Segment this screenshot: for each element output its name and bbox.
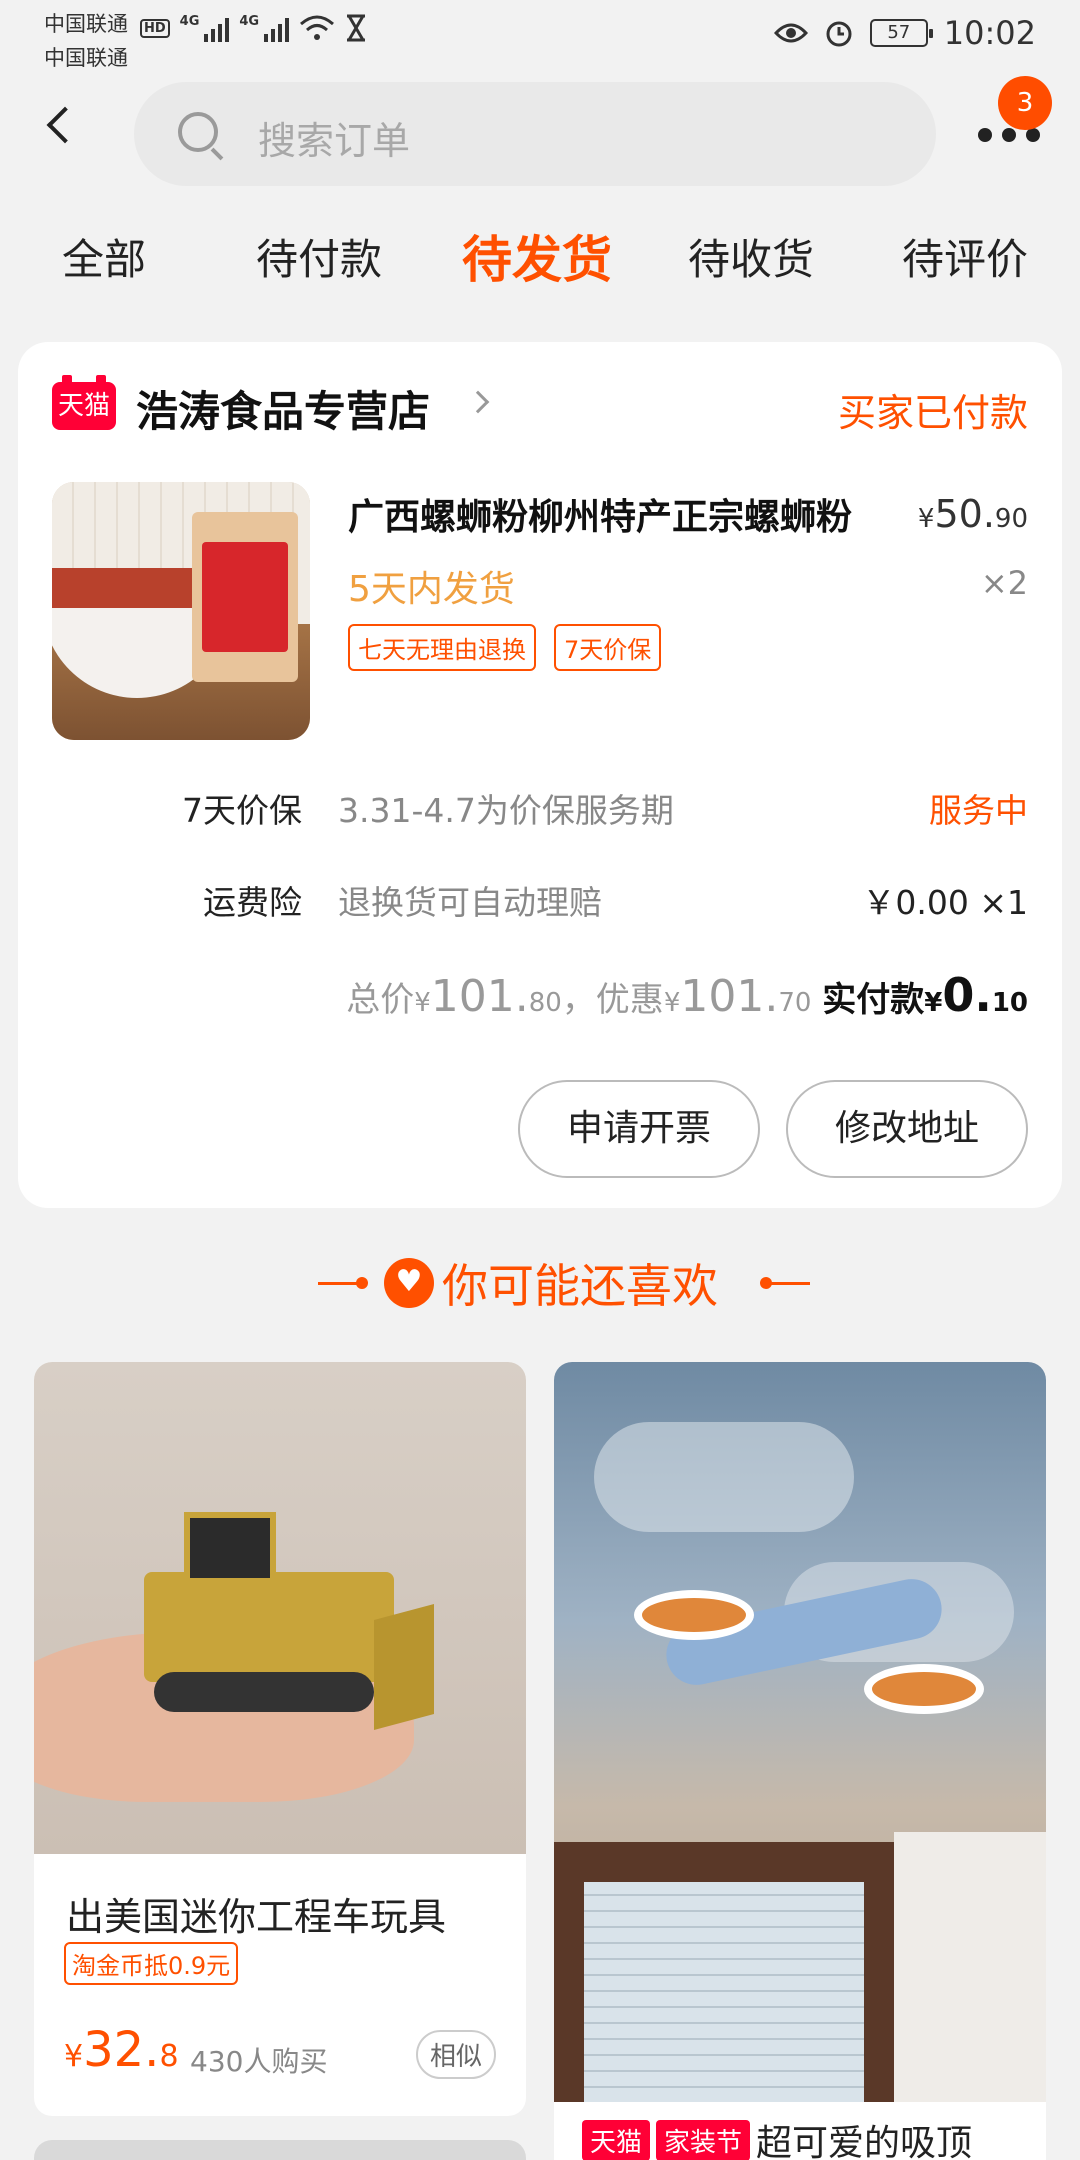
tmall-tag: 天猫 <box>582 2119 651 2160</box>
discount-decimal: 70 <box>778 988 812 1018</box>
total-decimal: 80 <box>528 988 562 1018</box>
hd-icon: HD <box>140 18 170 38</box>
price-currency: ¥ <box>917 504 935 534</box>
service-label: 7天价保 <box>182 791 302 830</box>
search-icon <box>178 112 218 152</box>
tag-price-protect: 7天价保 <box>554 624 662 671</box>
tab-pending-review[interactable]: 待评价 <box>902 226 1028 287</box>
discount-integer: 101. <box>680 971 779 1022</box>
service-desc: 3.31-4.7为价保服务期 <box>338 791 674 830</box>
more-menu-icon[interactable] <box>978 128 1040 142</box>
product-title[interactable]: 出美国迷你工程车玩具 <box>66 1886 446 1941</box>
recommend-card[interactable]: 天猫 家装节 超可爱的吸顶 <box>554 1362 1046 2160</box>
product-thumbnail[interactable] <box>52 482 310 740</box>
discount-currency: ¥ <box>663 988 681 1018</box>
service-label: 运费险 <box>203 883 302 922</box>
paid-label: 实付款 <box>822 980 925 1020</box>
promo-tag: 家装节 <box>656 2119 751 2160</box>
recommend-card-partial[interactable] <box>34 2140 526 2160</box>
network-type-label-2: 4G <box>239 14 260 29</box>
price-integer: 50. <box>934 492 995 536</box>
battery-icon: 57 <box>869 19 933 47</box>
carrier-primary: 中国联通 <box>44 12 128 36</box>
message-count-badge: 3 <box>998 76 1052 130</box>
order-total: 总价¥101.80，优惠¥101.70 实付款¥0.10 <box>346 968 1028 1022</box>
carrier-secondary: 中国联通 <box>44 46 128 70</box>
tmall-logo-icon: 天猫 <box>52 375 116 430</box>
service-value: 服务中 <box>929 791 1028 830</box>
shop-name[interactable]: 浩涛食品专营店 <box>136 378 430 439</box>
signal-icon: 4G <box>180 14 230 42</box>
service-value: ￥0.00 ×1 <box>862 883 1028 922</box>
tab-pending-payment[interactable]: 待付款 <box>256 226 382 287</box>
price-decimal: 8 <box>159 2039 179 2074</box>
product-name[interactable]: 广西螺蛳粉柳州特产正宗螺蛳粉 <box>348 488 888 540</box>
wifi-icon <box>300 15 335 40</box>
shipping-note: 5天内发货 <box>348 569 515 610</box>
recommend-title-text: 你可能还喜欢 <box>442 1259 718 1313</box>
product-quantity: ×2 <box>980 564 1028 602</box>
tab-pending-shipment[interactable]: 待发货 <box>462 220 612 292</box>
discount-label: ，优惠 <box>561 980 664 1020</box>
product-price: ¥32.8 <box>64 2022 179 2078</box>
request-invoice-button[interactable]: 申请开票 <box>518 1080 760 1178</box>
status-icons-right: 57 10:02 <box>773 14 1036 52</box>
order-tabs: 全部 待付款 待发货 待收货 待评价 <box>0 226 1080 306</box>
product-price: ¥50.90 <box>918 492 1028 536</box>
back-arrow-icon[interactable] <box>46 106 84 144</box>
alarm-icon <box>826 21 852 47</box>
paid-decimal: 10 <box>991 988 1028 1018</box>
tag-free-return: 七天无理由退换 <box>348 624 536 671</box>
search-placeholder: 搜索订单 <box>258 119 411 163</box>
product-image[interactable] <box>34 1362 526 1854</box>
hourglass-icon <box>347 14 366 42</box>
product-image[interactable] <box>554 1362 1046 2102</box>
total-integer: 101. <box>430 971 529 1022</box>
price-decimal: 90 <box>994 504 1028 534</box>
paid-currency: ¥ <box>924 988 943 1018</box>
service-desc: 退换货可自动理赔 <box>338 883 602 922</box>
signal-icon-2: 4G <box>239 14 290 42</box>
edit-address-button[interactable]: 修改地址 <box>786 1080 1028 1178</box>
search-input[interactable]: 搜索订单 <box>134 82 936 186</box>
similar-button[interactable]: 相似 <box>415 2030 496 2079</box>
paid-integer: 0. <box>942 968 992 1022</box>
tab-pending-receipt[interactable]: 待收货 <box>688 226 814 287</box>
status-bar: 中国联通 中国联通 HD 4G 4G 57 10:02 <box>0 0 1080 72</box>
order-status: 买家已付款 <box>837 391 1028 435</box>
status-icons-left: HD 4G 4G <box>140 14 367 42</box>
recommend-title: 你可能还喜欢 <box>0 1250 1080 1316</box>
product-title-row[interactable]: 天猫 家装节 超可爱的吸顶 <box>582 2114 972 2160</box>
price-currency: ¥ <box>64 2039 84 2074</box>
coin-discount-tag: 淘金币抵0.9元 <box>64 1942 239 1985</box>
total-label: 总价 <box>346 980 415 1020</box>
clock: 10:02 <box>943 14 1036 52</box>
product-tags: 七天无理由退换 7天价保 <box>348 624 662 671</box>
paid-amount: 实付款¥0.10 <box>822 968 1028 1022</box>
total-currency: ¥ <box>414 988 431 1018</box>
divider-line-right <box>764 1282 810 1285</box>
tab-all[interactable]: 全部 <box>62 226 146 287</box>
recommend-card[interactable]: 出美国迷你工程车玩具 淘金币抵0.9元 ¥32.8 430人购买 相似 <box>34 1362 526 2116</box>
chevron-right-icon[interactable] <box>466 390 490 414</box>
product-title[interactable]: 超可爱的吸顶 <box>756 2114 972 2160</box>
sold-count: 430人购买 <box>190 2045 328 2078</box>
price-integer: 32. <box>83 2022 160 2078</box>
order-card[interactable]: 天猫 浩涛食品专营店 买家已付款 广西螺蛳粉柳州特产正宗螺蛳粉 ¥50.90 5… <box>18 342 1062 1208</box>
eye-icon <box>773 23 808 43</box>
network-type-label: 4G <box>179 14 200 29</box>
